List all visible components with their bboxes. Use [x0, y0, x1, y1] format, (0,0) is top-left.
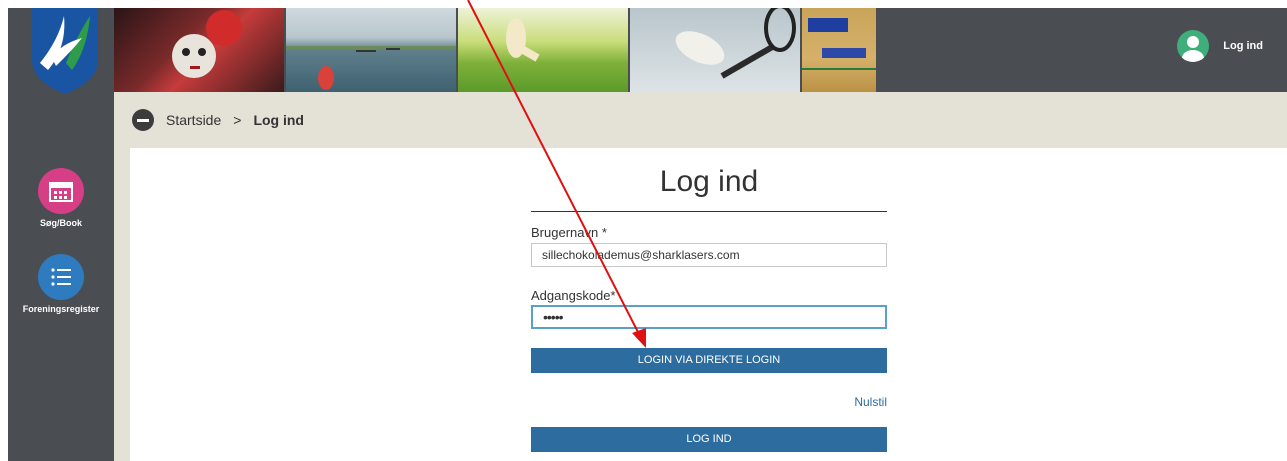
direct-login-button[interactable]: LOGIN VIA DIREKTE LOGIN [531, 348, 887, 373]
banner-image-badminton [630, 8, 800, 92]
username-value: sillechokolademus@sharklasers.com [542, 248, 740, 262]
sidebar-item-foreningsregister[interactable]: Foreningsregister [8, 254, 114, 314]
calendar-icon [38, 168, 84, 214]
title-divider [531, 211, 887, 212]
page-title: Log ind [659, 165, 759, 198]
password-label: Adgangskode* [531, 288, 616, 303]
banner-image-kayak [286, 8, 456, 92]
user-avatar-icon [1177, 30, 1210, 62]
password-field[interactable]: ••••• [531, 305, 887, 329]
breadcrumb-home[interactable]: Startside [166, 112, 221, 128]
municipality-logo-icon [32, 8, 98, 94]
banner [114, 8, 878, 92]
breadcrumb-separator: > [233, 112, 242, 128]
username-label: Brugernavn * [531, 225, 607, 240]
reset-link[interactable]: Nulstil [854, 395, 887, 409]
sidebar-item-label: Foreningsregister [22, 304, 100, 314]
user-login[interactable]: Log ind [1177, 30, 1263, 62]
user-login-label: Log ind [1223, 40, 1263, 52]
username-field[interactable]: sillechokolademus@sharklasers.com [531, 243, 887, 267]
content-margin [114, 148, 130, 461]
list-icon [38, 254, 84, 300]
breadcrumb-current: Log ind [253, 112, 304, 128]
banner-image-gymnast [458, 8, 628, 92]
breadcrumb-bar: Startside > Log ind [114, 92, 1287, 148]
login-button[interactable]: LOG IND [531, 427, 887, 452]
banner-image-theatre [114, 8, 284, 92]
back-icon[interactable] [132, 109, 154, 131]
sidebar: Søg/Book Foreningsregister [8, 8, 114, 461]
sidebar-item-label: Søg/Book [40, 218, 82, 228]
password-value: ••••• [543, 309, 563, 325]
breadcrumb: Startside > Log ind [132, 109, 304, 131]
header: Log ind [114, 8, 1287, 92]
banner-image-sports-hall [802, 8, 876, 92]
sidebar-item-soeg-book[interactable]: Søg/Book [8, 168, 114, 228]
